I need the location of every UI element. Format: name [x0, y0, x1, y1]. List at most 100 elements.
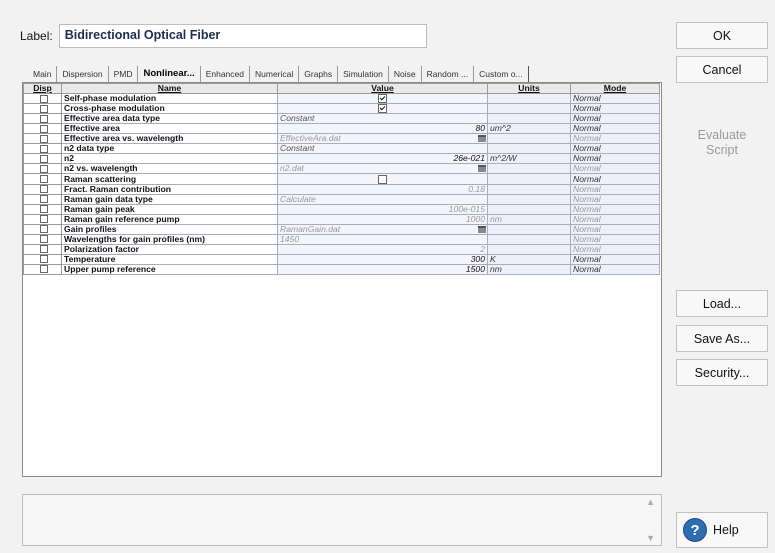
parameter-value[interactable]: 1000: [277, 213, 488, 225]
table-row[interactable]: Raman scattering Normal: [23, 173, 660, 185]
disp-checkbox[interactable]: [40, 94, 48, 103]
parameter-mode[interactable]: Normal: [570, 133, 660, 145]
column-header-name[interactable]: Name: [61, 83, 278, 94]
parameter-value[interactable]: [277, 92, 488, 105]
value-checkbox[interactable]: [378, 94, 387, 103]
parameter-mode[interactable]: Normal: [570, 113, 660, 125]
tab-simulation[interactable]: Simulation: [338, 66, 389, 82]
disp-cell[interactable]: [23, 113, 62, 125]
disp-cell[interactable]: [23, 213, 62, 225]
parameter-mode[interactable]: Normal: [570, 163, 660, 175]
table-row[interactable]: n2 vs. wavelength n2.dat Normal: [23, 163, 660, 175]
table-row[interactable]: n2 26e-021 m^2/W Normal: [23, 153, 660, 165]
parameter-mode[interactable]: Normal: [570, 203, 660, 215]
parameter-mode[interactable]: Normal: [570, 263, 660, 275]
parameter-value[interactable]: 1450: [277, 233, 488, 245]
disp-cell[interactable]: [23, 263, 62, 275]
disp-cell[interactable]: [23, 203, 62, 215]
disp-cell[interactable]: [23, 253, 62, 265]
parameter-mode[interactable]: Normal: [570, 213, 660, 225]
table-row[interactable]: Fract. Raman contribution 0.18 Normal: [23, 183, 660, 195]
tab-main[interactable]: Main: [28, 66, 58, 82]
parameter-value[interactable]: Constant: [277, 113, 488, 125]
browse-file-icon[interactable]: [478, 165, 486, 173]
ok-button[interactable]: OK: [676, 22, 768, 49]
scroll-up-icon[interactable]: ▲: [646, 497, 655, 507]
parameter-value[interactable]: Calculate: [277, 193, 488, 205]
disp-checkbox[interactable]: [40, 145, 48, 153]
tab-noise[interactable]: Noise: [389, 66, 422, 82]
table-row[interactable]: Raman gain reference pump 1000 nm Normal: [23, 213, 660, 225]
disp-cell[interactable]: [23, 193, 62, 205]
load-button[interactable]: Load...: [676, 290, 768, 317]
column-header-units[interactable]: Units: [487, 83, 571, 94]
parameter-mode[interactable]: Normal: [570, 233, 660, 245]
parameter-mode[interactable]: Normal: [570, 243, 660, 255]
disp-checkbox[interactable]: [40, 265, 48, 274]
security-button[interactable]: Security...: [676, 359, 768, 386]
scroll-down-icon[interactable]: ▼: [646, 533, 655, 543]
parameter-value[interactable]: 2: [277, 243, 488, 255]
parameter-value[interactable]: 80: [277, 123, 488, 135]
disp-checkbox[interactable]: [40, 125, 48, 133]
disp-checkbox[interactable]: [40, 155, 48, 163]
parameter-value[interactable]: n2.dat: [277, 163, 488, 175]
disp-cell[interactable]: [23, 133, 62, 145]
tab-nonlinear[interactable]: Nonlinear...: [138, 66, 201, 82]
script-output-box[interactable]: ▲ ▼: [22, 494, 662, 546]
tab-random[interactable]: Random ...: [422, 66, 475, 82]
disp-checkbox[interactable]: [40, 195, 48, 204]
value-checkbox[interactable]: [378, 174, 387, 184]
parameter-value[interactable]: [277, 103, 488, 115]
table-row[interactable]: Effective area vs. wavelength EffectiveAr…: [23, 133, 660, 145]
cancel-button[interactable]: Cancel: [676, 56, 768, 83]
table-row[interactable]: Effective area 80 um^2 Normal: [23, 123, 660, 135]
disp-cell[interactable]: [23, 183, 62, 195]
parameter-mode[interactable]: Normal: [570, 223, 660, 235]
parameter-mode[interactable]: Normal: [570, 92, 660, 105]
parameter-mode[interactable]: Normal: [570, 143, 660, 155]
disp-cell[interactable]: [23, 103, 62, 115]
disp-checkbox[interactable]: [40, 135, 48, 143]
table-row[interactable]: Self-phase modulation Normal: [23, 92, 660, 105]
disp-checkbox[interactable]: [40, 105, 48, 113]
parameter-mode[interactable]: Normal: [570, 153, 660, 165]
table-row[interactable]: Upper pump reference 1500 nm Normal: [23, 263, 660, 275]
parameter-value[interactable]: [277, 173, 488, 185]
disp-checkbox[interactable]: [40, 185, 48, 194]
table-row[interactable]: Temperature 300 K Normal: [23, 253, 660, 265]
disp-checkbox[interactable]: [40, 255, 48, 264]
disp-cell[interactable]: [23, 153, 62, 165]
value-checkbox[interactable]: [378, 104, 387, 113]
parameter-value[interactable]: 100e-015: [277, 203, 488, 215]
parameter-mode[interactable]: Normal: [570, 193, 660, 205]
disp-cell[interactable]: [23, 123, 62, 135]
table-row[interactable]: n2 data type Constant Normal: [23, 143, 660, 155]
disp-cell[interactable]: [23, 173, 62, 185]
table-row[interactable]: Raman gain peak 100e-015 Normal: [23, 203, 660, 215]
disp-checkbox[interactable]: [40, 235, 48, 244]
tab-numerical[interactable]: Numerical: [250, 66, 300, 82]
browse-file-icon[interactable]: [478, 225, 486, 233]
table-row[interactable]: Polarization factor 2 Normal: [23, 243, 660, 255]
parameter-value[interactable]: RamanGain.dat: [277, 223, 488, 235]
tab-custom-o[interactable]: Custom o...: [474, 66, 529, 82]
table-row[interactable]: Effective area data type Constant Normal: [23, 113, 660, 125]
disp-cell[interactable]: [23, 223, 62, 235]
disp-cell[interactable]: [23, 233, 62, 245]
disp-checkbox[interactable]: [40, 245, 48, 254]
parameter-mode[interactable]: Normal: [570, 183, 660, 195]
parameter-mode[interactable]: Normal: [570, 123, 660, 135]
tab-graphs[interactable]: Graphs: [299, 66, 339, 82]
parameter-value[interactable]: EffectiveAra.dat: [277, 133, 488, 145]
parameter-value[interactable]: Constant: [277, 143, 488, 155]
column-header-mode[interactable]: Mode: [570, 83, 660, 94]
column-header-value[interactable]: Value: [277, 83, 488, 94]
disp-cell[interactable]: [23, 143, 62, 155]
parameter-value[interactable]: 26e-021: [277, 153, 488, 165]
disp-checkbox[interactable]: [40, 225, 48, 234]
tab-dispersion[interactable]: Dispersion: [57, 66, 109, 82]
save-as-button[interactable]: Save As...: [676, 325, 768, 352]
parameter-value[interactable]: 0.18: [277, 183, 488, 195]
table-row[interactable]: Gain profiles RamanGain.dat Normal: [23, 223, 660, 235]
